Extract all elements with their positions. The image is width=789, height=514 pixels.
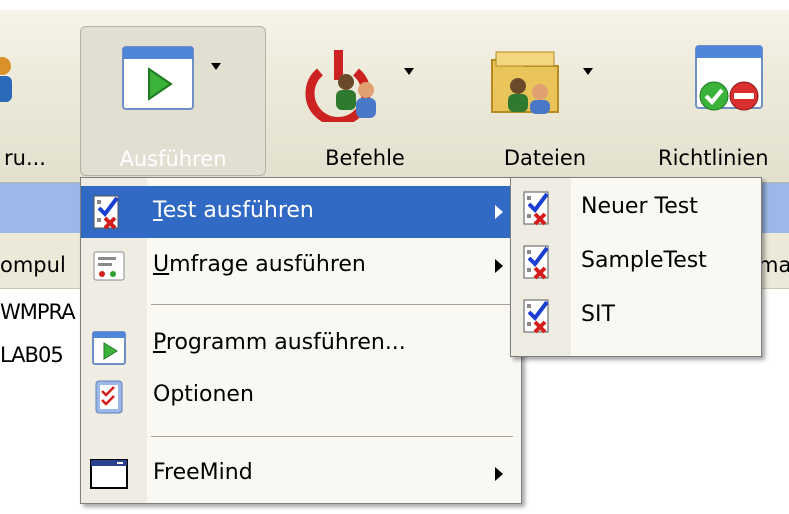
- toolbar: ru... Ausführen Befehle Dateien Richtlin…: [0, 10, 789, 183]
- menu-item-run-program[interactable]: Programm ausführen...: [81, 318, 521, 370]
- policy-window-icon: [695, 45, 763, 111]
- submenu-item-label: SIT: [581, 302, 615, 327]
- menu-item-freemind[interactable]: FreeMind: [81, 448, 521, 500]
- submenu-item-sampletest[interactable]: SampleTest: [511, 236, 761, 288]
- run-button-label: Ausführen: [119, 147, 227, 171]
- run-dropdown-menu: Test ausführen Umfrage ausführen Program…: [80, 177, 522, 504]
- run-program-icon: [92, 331, 126, 365]
- files-button-label: Dateien: [503, 146, 587, 170]
- menu-item-options[interactable]: Optionen: [81, 370, 521, 422]
- top-strip: [0, 0, 789, 10]
- submenu-item-label: SampleTest: [581, 248, 707, 273]
- shared-folder-icon: [491, 51, 593, 114]
- menu-item-label: Test ausführen: [153, 198, 314, 223]
- submenu-item-label: Neuer Test: [581, 194, 698, 219]
- submenu-arrow-icon: [495, 467, 503, 481]
- test-checklist-icon: [523, 191, 549, 226]
- test-checklist-icon: [93, 195, 119, 230]
- submenu-item-new-test[interactable]: Neuer Test: [511, 182, 761, 234]
- test-checklist-icon: [523, 245, 549, 280]
- grid-column-header[interactable]: ompul: [0, 253, 66, 277]
- run-button[interactable]: Ausführen: [80, 26, 266, 176]
- menu-separator: [151, 304, 513, 305]
- menu-item-label: Umfrage ausführen: [153, 252, 366, 277]
- menu-item-run-test[interactable]: Test ausführen: [81, 186, 521, 238]
- menu-item-label: Optionen: [153, 382, 254, 407]
- menu-item-label: Programm ausführen...: [153, 330, 406, 355]
- policies-button-label: Richtlinien: [658, 146, 769, 170]
- menu-item-label: FreeMind: [153, 460, 253, 485]
- people-icon: [0, 57, 12, 102]
- run-window-icon: [122, 46, 221, 110]
- submenu-arrow-icon: [495, 259, 503, 273]
- survey-icon: [93, 251, 125, 281]
- grid-column-header-right[interactable]: ma: [758, 253, 789, 277]
- test-submenu: Neuer Test SampleTest SIT: [510, 177, 762, 357]
- grid-row-2[interactable]: LAB05: [0, 343, 64, 367]
- toolbar-partial-label: ru...: [4, 146, 46, 170]
- commands-button[interactable]: Befehle: [290, 26, 440, 174]
- submenu-item-sit[interactable]: SIT: [511, 290, 761, 342]
- submenu-arrow-icon: [495, 205, 503, 219]
- test-checklist-icon: [523, 299, 549, 334]
- menu-item-run-survey[interactable]: Umfrage ausführen: [81, 240, 521, 292]
- files-button[interactable]: Dateien: [470, 26, 620, 174]
- options-icon: [95, 380, 123, 414]
- policies-button[interactable]: Richtlinien: [658, 26, 789, 174]
- window-icon: [90, 459, 128, 489]
- toolbar-button-partial[interactable]: ru...: [0, 26, 64, 174]
- commands-button-label: Befehle: [325, 146, 405, 170]
- menu-separator: [151, 436, 513, 437]
- power-users-icon: [305, 50, 414, 122]
- grid-row-1[interactable]: WMPRA: [0, 300, 76, 324]
